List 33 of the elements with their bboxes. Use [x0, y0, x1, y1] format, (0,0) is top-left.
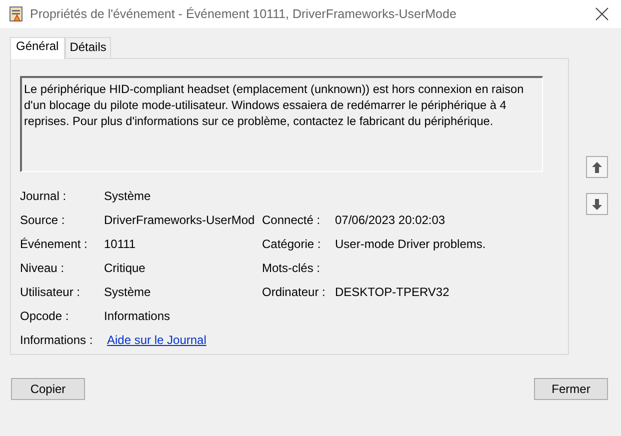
field-label: Catégorie : — [262, 237, 321, 251]
field-label: Mots-clés : — [262, 261, 320, 275]
field-value: Critique — [104, 261, 146, 275]
down-arrow-icon — [592, 198, 602, 210]
field-value: User-mode Driver problems. — [335, 237, 486, 251]
field-label: Opcode : — [20, 309, 70, 323]
field-value: Informations — [104, 309, 170, 323]
field-label: Journal : — [20, 189, 68, 203]
window-title: Propriétés de l'événement - Événement 10111, DriverFrameworks-UserMode — [30, 7, 458, 21]
previous-button[interactable] — [586, 156, 608, 178]
event-log-icon — [8, 6, 24, 22]
field-label: Connecté : — [262, 213, 320, 227]
field-label: Informations : — [20, 333, 94, 347]
tab[interactable]: Détails — [64, 37, 112, 58]
help-link[interactable]: Aide sur le Journal — [107, 333, 206, 347]
field-value: Système — [104, 189, 151, 203]
field-label: Niveau : — [20, 261, 66, 275]
field-value: DESKTOP-TPERV32 — [335, 285, 450, 299]
field-value: 10111 — [104, 237, 136, 251]
close-button[interactable]: Fermer — [534, 378, 608, 400]
close-icon[interactable] — [595, 7, 609, 21]
field-label: Événement : — [20, 237, 88, 251]
field-value: Système — [104, 285, 151, 299]
field-label: Utilisateur : — [20, 285, 82, 299]
field-value: 07/06/2023 20:02:03 — [335, 213, 446, 227]
copy-button[interactable]: Copier — [11, 378, 85, 400]
next-button[interactable] — [586, 193, 608, 215]
description-text: Le périphérique HID-compliant headset (emplacement (unknown)) est hors connexion en raison d'un blocage du pilote mode-utilisateur. Windows essaiera de redémarrer le périphérique à 4 reprises. Pour plus d'informations sur ce problème, contactez le fabricant du périphérique. — [24, 82, 524, 128]
tab[interactable]: Général — [10, 37, 65, 59]
field-label: Ordinateur : — [262, 285, 326, 299]
field-value: DriverFrameworks-UserMod — [104, 213, 255, 227]
field-label: Source : — [20, 213, 66, 227]
up-arrow-icon — [592, 162, 602, 172]
